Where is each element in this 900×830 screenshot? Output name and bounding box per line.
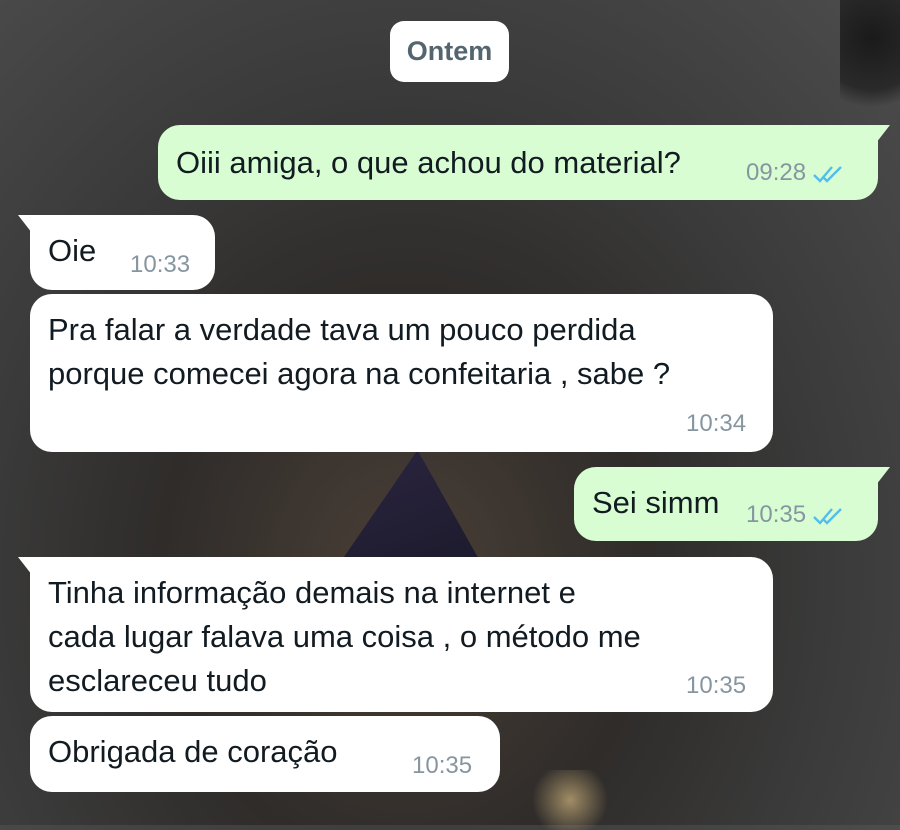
message-incoming[interactable]: Pra falar a verdade tava um pouco perdid…	[30, 294, 773, 452]
message-time: 10:35	[686, 672, 747, 699]
message-time: 10:35	[412, 752, 473, 779]
wallpaper-shape	[335, 450, 485, 570]
date-separator: Ontem	[390, 21, 509, 82]
message-time: 10:34	[686, 410, 747, 437]
message-time: 09:28	[746, 159, 807, 186]
message-outgoing[interactable]: Sei simm 10:35	[574, 467, 890, 541]
message-time: 10:33	[130, 251, 191, 278]
message-time: 10:35	[746, 501, 807, 528]
message-text: Obrigada de coração	[48, 734, 338, 769]
wallpaper-shape	[840, 0, 900, 110]
double-check-icon	[813, 507, 842, 525]
message-incoming[interactable]: Obrigada de coração 10:35	[30, 716, 500, 792]
message-text: Tinha informação demais na internet e ca…	[48, 575, 641, 698]
message-text: Sei simm	[592, 485, 720, 520]
message-text: Oie	[48, 233, 97, 268]
message-text: Oiii amiga, o que achou do material?	[176, 145, 681, 180]
message-outgoing[interactable]: Oiii amiga, o que achou do material? 09:…	[158, 125, 890, 200]
double-check-icon	[813, 165, 842, 183]
wallpaper-light	[525, 770, 615, 830]
message-text: Pra falar a verdade tava um pouco perdid…	[48, 312, 671, 391]
message-incoming[interactable]: Tinha informação demais na internet e ca…	[18, 557, 773, 712]
message-incoming[interactable]: Oie 10:33	[18, 215, 215, 290]
